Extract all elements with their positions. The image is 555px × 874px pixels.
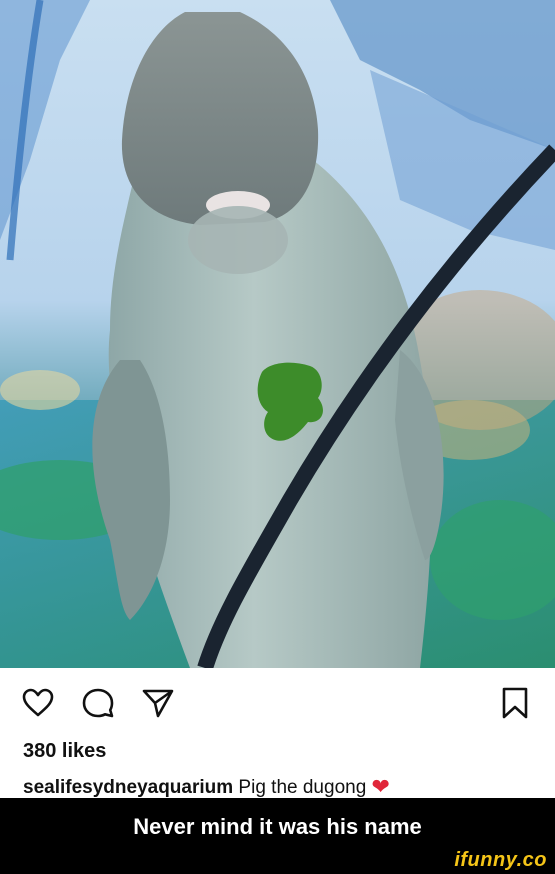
post-photo [0,0,555,668]
likes-count[interactable]: 380 likes [23,740,106,763]
post-caption: sealifesydneyaquarium Pig the dugong ❤ [23,774,390,800]
caption-text: Pig the dugong [233,777,372,798]
post-username[interactable]: sealifesydneyaquarium [23,777,233,798]
dugong-photo [0,0,555,668]
heart-icon[interactable] [21,686,55,720]
ifunny-watermark: ifunny.co [454,849,547,871]
meme-caption-bar: Never mind it was his name ifunny.co [0,798,555,874]
post-screenshot: 380 likes sealifesydneyaquarium Pig the … [0,0,555,874]
post-action-bar [0,668,555,738]
bookmark-icon[interactable] [498,686,532,720]
send-icon[interactable] [141,686,175,720]
comment-icon[interactable] [81,686,115,720]
heart-emoji: ❤ [371,774,390,799]
meme-caption-text: Never mind it was his name [133,814,422,839]
